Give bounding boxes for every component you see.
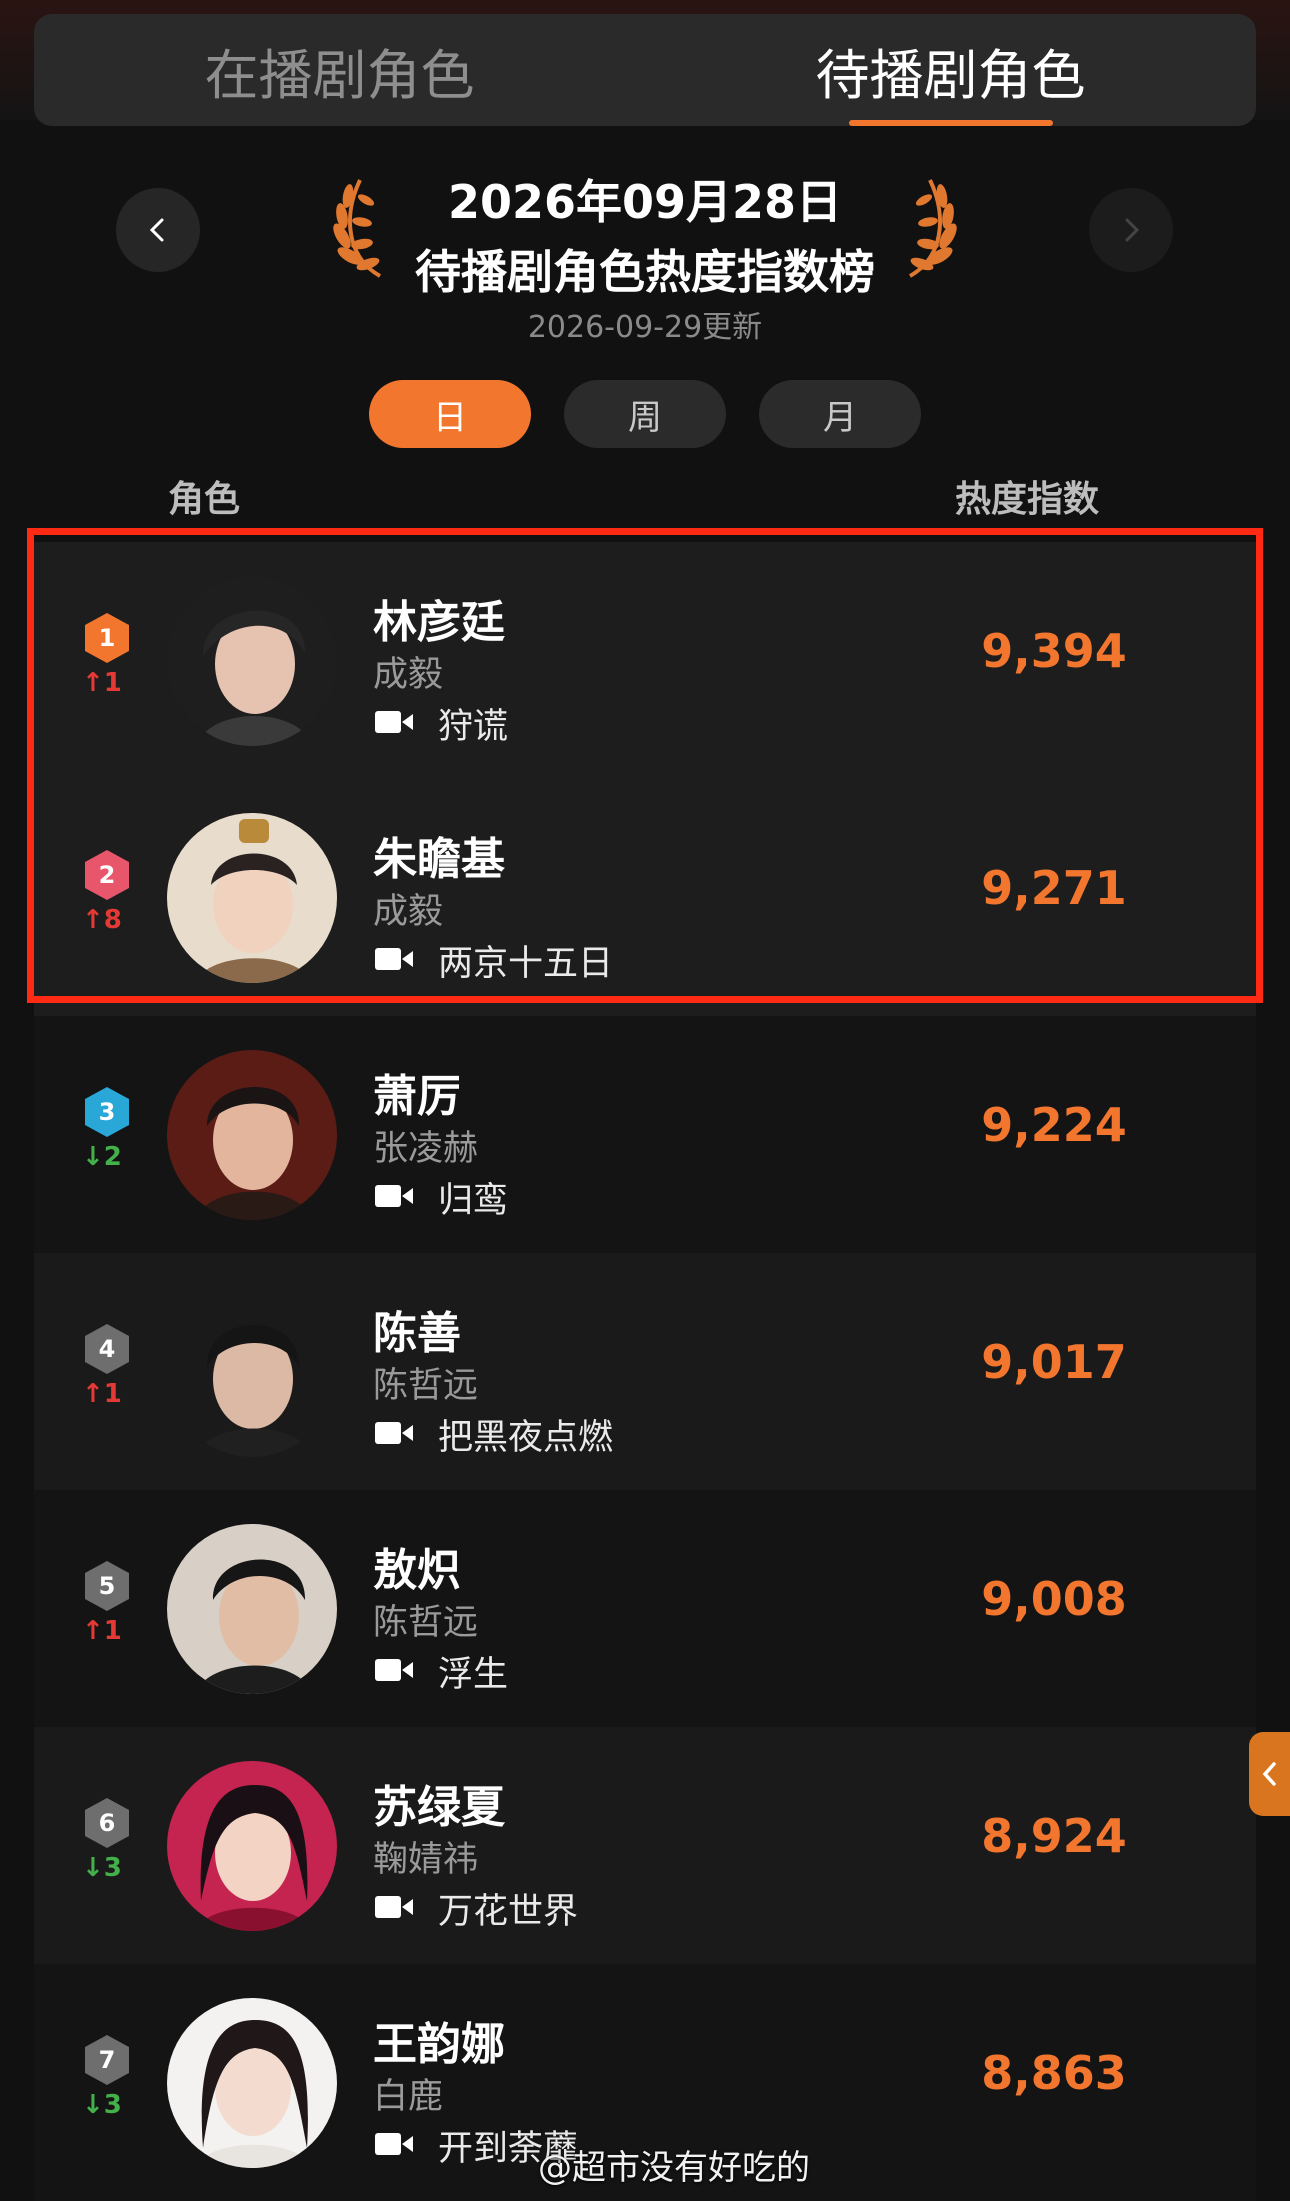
character-name: 萧厉 [373,1071,461,1122]
ranking-row[interactable]: 2 ↑8 朱瞻基 成毅 两京十五日 9,271 [34,779,1256,1016]
rank-number: 1 [98,624,116,652]
rank-change: ↑1 [82,668,142,698]
side-collapse-tab[interactable] [1249,1732,1290,1816]
video-camera-icon [375,1659,413,1681]
chevron-left-icon [1262,1762,1276,1786]
watermark: @超市没有好吃的 [538,2148,810,2188]
ranking-row[interactable]: 3 ↓2 萧厉 张凌赫 归鸾 9,224 [34,1016,1256,1253]
rank-up-icon: ↑ [82,905,104,935]
rank-number: 3 [98,1098,116,1126]
rank-badge: 1 [84,612,130,664]
actor-name: 鞠婧祎 [373,1840,479,1880]
actor-name: 陈哲远 [373,1603,479,1643]
heat-score: 9,394 [981,624,1127,678]
video-camera-icon [375,711,413,733]
rank-number: 5 [98,1572,116,1600]
character-name: 陈善 [373,1308,461,1359]
video-camera-icon [375,2133,413,2155]
character-name: 敖炽 [373,1545,461,1596]
show-title[interactable]: 两京十五日 [438,935,613,986]
period-month-button[interactable]: 月 [759,380,921,448]
actor-name: 张凌赫 [373,1129,479,1169]
heat-score: 9,224 [981,1098,1127,1152]
rank-down-icon: ↓ [82,1853,104,1883]
heat-score: 9,017 [981,1335,1127,1389]
ranking-row[interactable]: 5 ↑1 敖炽 陈哲远 浮生 9,008 [34,1490,1256,1727]
avatar[interactable] [167,1761,337,1931]
rank-badge: 6 [84,1797,130,1849]
tab-upcoming-roles[interactable]: 待播剧角色 [645,14,1256,126]
rank-number: 4 [98,1335,116,1363]
heat-score: 9,271 [981,861,1127,915]
rank-up-icon: ↑ [82,668,104,698]
actor-name: 成毅 [373,655,444,695]
actor-name: 白鹿 [373,2077,444,2117]
rank-number: 6 [98,1809,116,1837]
avatar[interactable] [167,1050,337,1220]
show-title[interactable]: 归鸾 [438,1172,508,1223]
actor-name: 成毅 [373,892,444,932]
character-name: 朱瞻基 [373,834,505,885]
heat-score: 9,008 [981,1572,1127,1626]
period-week-button[interactable]: 周 [564,380,726,448]
rank-change: ↑8 [82,905,142,935]
rank-badge: 4 [84,1323,130,1375]
avatar[interactable] [167,813,337,983]
rank-down-icon: ↓ [82,1142,104,1172]
rank-change: ↓3 [82,2090,142,2120]
video-camera-icon [375,1185,413,1207]
show-title[interactable]: 狩谎 [438,698,508,749]
heat-score: 8,924 [981,1809,1127,1863]
ranking-row[interactable]: 1 ↑1 林彦廷 成毅 狩谎 9,394 [34,542,1256,779]
ranking-row[interactable]: 6 ↓3 苏绿夏 鞠婧祎 万花世界 8,924 [34,1727,1256,1964]
category-tabs: 在播剧角色 待播剧角色 [34,14,1256,126]
character-name: 林彦廷 [373,597,505,648]
column-header-heat: 热度指数 [955,479,1100,520]
rank-badge: 5 [84,1560,130,1612]
tab-airing-roles[interactable]: 在播剧角色 [34,14,645,126]
show-title[interactable]: 浮生 [438,1646,508,1697]
character-name: 苏绿夏 [373,1782,505,1833]
rank-change: ↓2 [82,1142,142,1172]
video-camera-icon [375,1422,413,1444]
rank-change: ↑1 [82,1379,142,1409]
rank-change: ↑1 [82,1616,142,1646]
period-day-button[interactable]: 日 [369,380,531,448]
rank-up-icon: ↑ [82,1616,104,1646]
rank-change-value: 2 [103,1142,122,1172]
rank-badge: 2 [84,849,130,901]
avatar[interactable] [167,1287,337,1457]
avatar[interactable] [167,1524,337,1694]
rank-up-icon: ↑ [82,1379,104,1409]
show-title[interactable]: 万花世界 [438,1883,578,1934]
video-camera-icon [375,948,413,970]
rank-number: 2 [98,861,116,889]
rank-number: 7 [98,2046,116,2074]
character-name: 王韵娜 [373,2019,505,2070]
ranking-date: 2026年09月28日 [447,175,843,229]
rank-change-value: 1 [103,1379,122,1409]
rank-badge: 7 [84,2034,130,2086]
rank-change-value: 3 [103,2090,122,2120]
heat-score: 8,863 [981,2046,1127,2100]
rank-badge: 3 [84,1086,130,1138]
avatar[interactable] [167,1998,337,2168]
show-title[interactable]: 把黑夜点燃 [438,1409,613,1460]
rank-change-value: 1 [103,668,122,698]
rank-change-value: 8 [103,905,122,935]
avatar[interactable] [167,576,337,746]
column-header-role: 角色 [168,479,241,520]
rank-change-value: 1 [103,1616,122,1646]
update-time: 2026-09-29更新 [527,310,763,345]
video-camera-icon [375,1896,413,1918]
ranking-row[interactable]: 4 ↑1 陈善 陈哲远 把黑夜点燃 9,017 [34,1253,1256,1490]
rank-change: ↓3 [82,1853,142,1883]
ranking-title: 待播剧角色热度指数榜 [415,245,875,299]
rank-change-value: 3 [103,1853,122,1883]
actor-name: 陈哲远 [373,1366,479,1406]
rank-down-icon: ↓ [82,2090,104,2120]
